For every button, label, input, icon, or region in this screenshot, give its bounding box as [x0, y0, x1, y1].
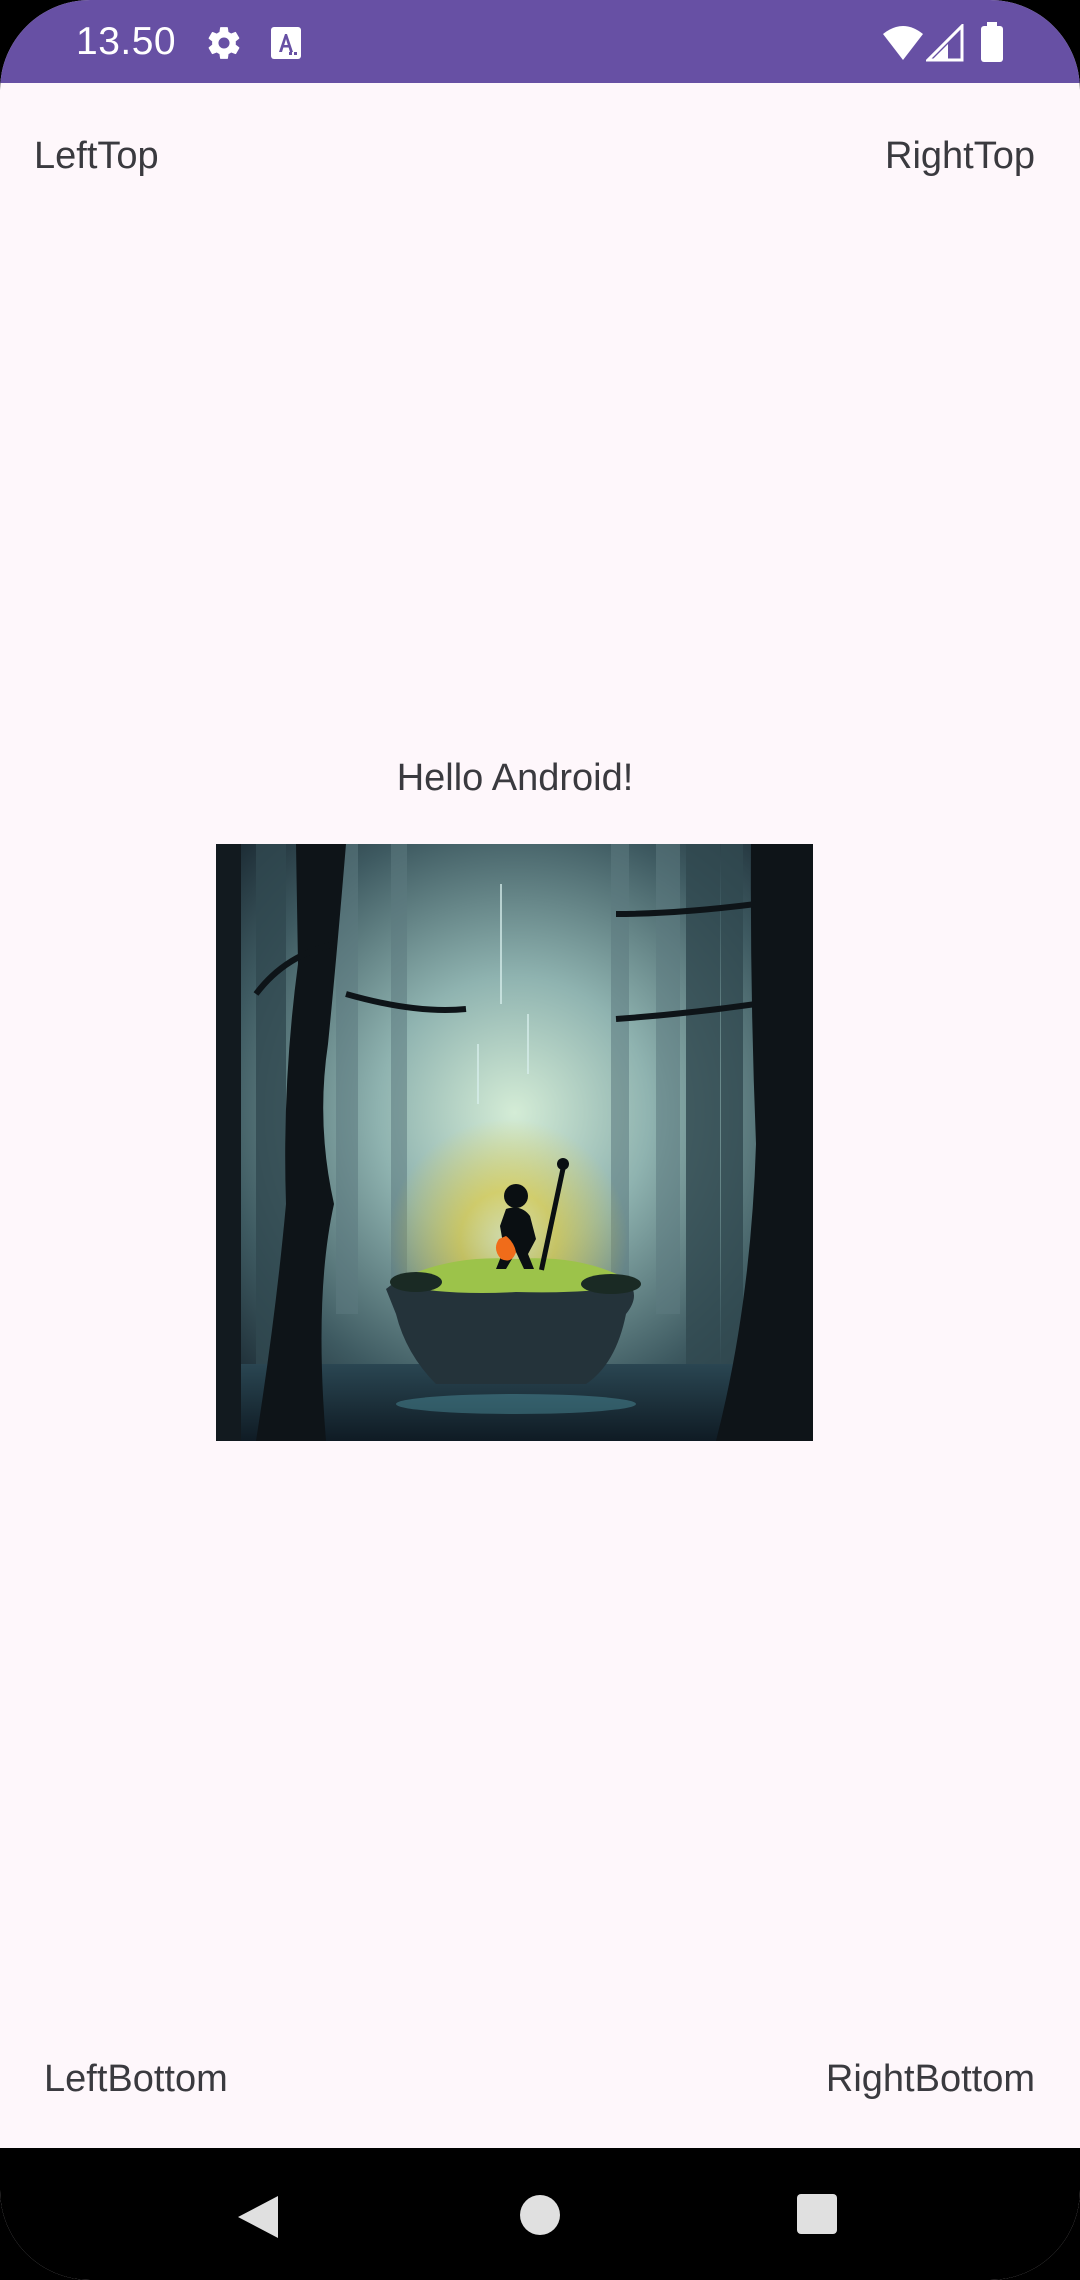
right-top-text: RightTop [885, 135, 1035, 177]
recents-icon[interactable] [797, 2194, 837, 2234]
home-icon[interactable] [519, 2194, 561, 2236]
status-time: 13.50 [76, 20, 177, 63]
left-top-text: LeftTop [34, 135, 159, 177]
right-bottom-text: RightBottom [825, 2058, 1035, 2100]
battery-icon [981, 22, 1003, 62]
navigation-bar [0, 2148, 1080, 2280]
left-bottom-text: LeftBottom [44, 2058, 228, 2100]
app-screen: 13.50 LeftTop RightTop Hello Android! Le… [0, 0, 1080, 2280]
settings-icon [208, 27, 240, 59]
keyboard-a-icon [271, 27, 301, 59]
status-bar: 13.50 [0, 0, 1080, 83]
wifi-icon [883, 26, 923, 60]
signal-icon [926, 24, 964, 62]
forest-wanderer-image [216, 844, 813, 1441]
back-icon[interactable] [236, 2194, 280, 2240]
hello-android-text: Hello Android! [396, 757, 634, 799]
